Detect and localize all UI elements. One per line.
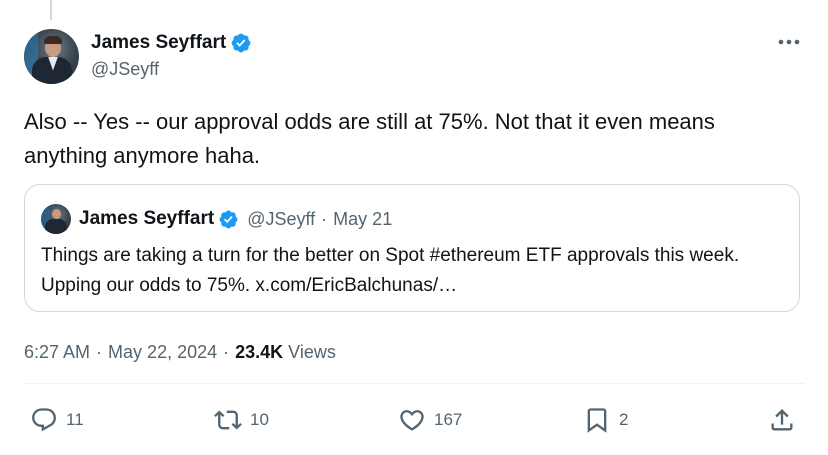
verified-badge-icon xyxy=(219,210,238,228)
quoted-author-avatar xyxy=(41,204,71,234)
share-button[interactable] xyxy=(768,400,796,440)
author-name-row: James Seyffart xyxy=(91,31,252,55)
quoted-tweet-header: James Seyffart @JSeyff · May 21 xyxy=(41,204,392,234)
author-display-name[interactable]: James Seyffart xyxy=(91,31,226,55)
like-button[interactable]: 167 xyxy=(398,400,462,440)
tweet-time[interactable]: 6:27 AM xyxy=(24,342,90,363)
tweet-meta: 6:27 AM · May 22, 2024 · 23.4K Views xyxy=(24,338,336,366)
reply-count: 11 xyxy=(66,410,84,429)
bookmark-count: 2 xyxy=(619,410,629,429)
reply-button[interactable]: 11 xyxy=(30,400,84,440)
meta-separator: · xyxy=(96,341,103,362)
tweet-date[interactable]: May 22, 2024 xyxy=(108,342,217,363)
quoted-author-handle: @JSeyff xyxy=(247,208,316,229)
repost-button[interactable]: 10 xyxy=(214,400,269,440)
author-avatar[interactable] xyxy=(24,28,79,84)
like-count: 167 xyxy=(434,410,463,429)
tweet-header: James Seyffart @JSeyff xyxy=(24,28,252,84)
views-label: Views xyxy=(288,341,336,362)
quoted-author-display-name: James Seyffart xyxy=(79,208,215,229)
repost-count: 10 xyxy=(250,410,269,429)
quoted-date: May 21 xyxy=(333,208,393,229)
share-icon xyxy=(771,409,793,431)
bookmark-icon xyxy=(587,408,607,433)
quoted-separator: · xyxy=(321,208,328,229)
author-names: James Seyffart @JSeyff xyxy=(91,31,252,81)
author-handle[interactable]: @JSeyff xyxy=(91,57,252,81)
more-icon xyxy=(778,39,800,45)
meta-separator: · xyxy=(223,341,230,362)
bookmark-button[interactable]: 2 xyxy=(583,400,628,440)
verified-badge-icon xyxy=(231,33,251,53)
tweet-detail: James Seyffart @JSeyff Also -- Yes -- ou… xyxy=(0,0,828,455)
tweet-text: Also -- Yes -- our approval odds are sti… xyxy=(24,109,715,168)
divider xyxy=(24,383,804,384)
quoted-tweet-card[interactable]: James Seyffart @JSeyff · May 21 Things a… xyxy=(24,184,800,312)
repost-icon xyxy=(214,410,242,430)
action-bar: 11 10 167 2 xyxy=(0,400,828,440)
quoted-tweet-text: Things are taking a turn for the better … xyxy=(41,245,740,296)
views-count: 23.4K xyxy=(235,341,284,362)
thread-connector-line xyxy=(50,0,52,20)
more-options-button[interactable] xyxy=(778,32,800,52)
reply-icon xyxy=(32,408,56,432)
like-icon xyxy=(400,410,424,431)
